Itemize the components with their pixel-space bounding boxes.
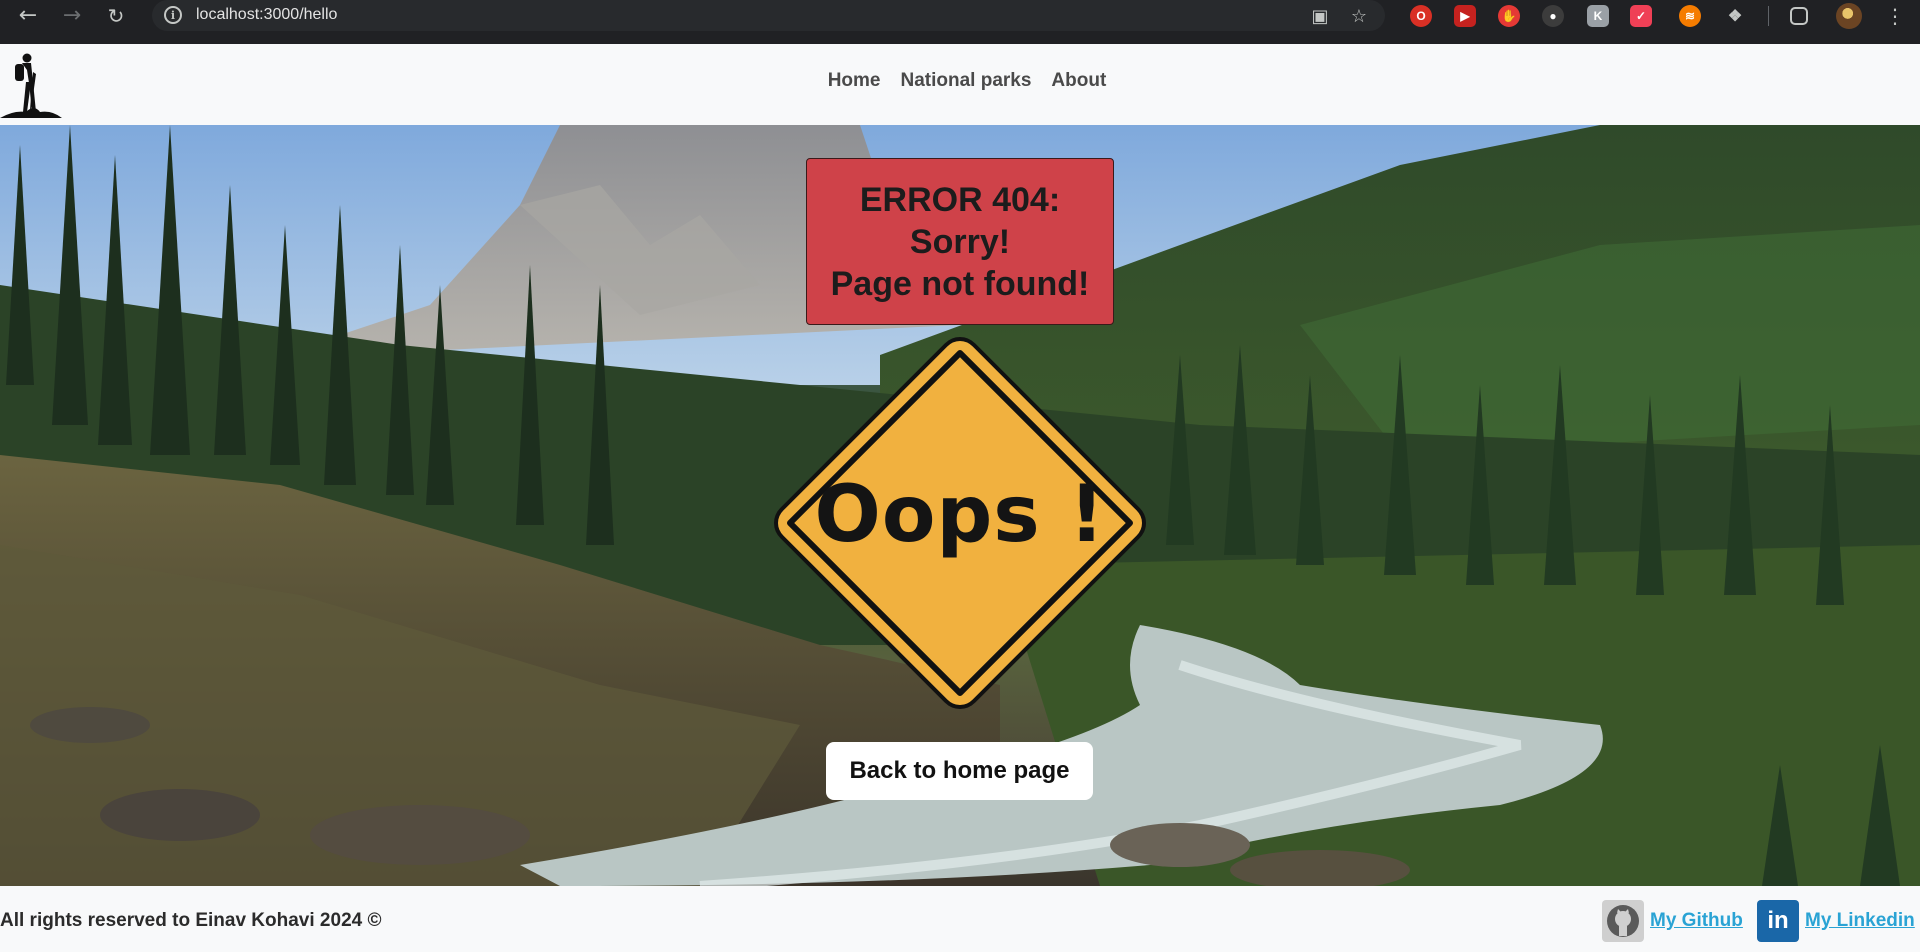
browser-toolbar: ← → ↻ i localhost:3000/hello ▣ ☆ O ▶ ✋ ●… <box>0 0 1920 44</box>
install-app-icon[interactable]: ▣ <box>1308 4 1332 28</box>
kebab-menu-icon[interactable]: ⋮ <box>1880 0 1910 31</box>
github-icon[interactable] <box>1602 900 1644 942</box>
pocket-icon[interactable]: ✓ <box>1630 5 1652 27</box>
opera-icon[interactable]: O <box>1410 5 1432 27</box>
nav-home-link[interactable]: Home <box>814 70 881 92</box>
github-link[interactable]: My Github <box>1650 910 1743 932</box>
linkedin-link[interactable]: My Linkedin <box>1805 910 1915 932</box>
rss-icon[interactable]: ≋ <box>1679 5 1701 27</box>
puzzle-icon[interactable]: ❖ <box>1724 5 1746 27</box>
forward-arrow-icon[interactable]: → <box>52 0 92 31</box>
profile-avatar[interactable] <box>1836 3 1862 29</box>
site-footer: All rights reserved to Einav Kohavi 2024… <box>0 886 1920 952</box>
video-ext-icon[interactable]: ▶ <box>1454 5 1476 27</box>
back-arrow-icon[interactable]: ← <box>8 0 48 31</box>
site-info-icon[interactable]: i <box>164 6 182 24</box>
k-ext-icon[interactable]: K <box>1587 5 1609 27</box>
nav-about-link[interactable]: About <box>1051 70 1106 92</box>
url-text[interactable]: localhost:3000/hello <box>196 6 337 24</box>
linkedin-link-group[interactable]: in My Linkedin <box>1757 900 1915 942</box>
oops-text: Oops ! <box>814 470 1106 560</box>
error-not-found-text: Page not found! <box>830 264 1090 303</box>
reload-icon[interactable]: ↻ <box>96 0 136 31</box>
hero-background: ERROR 404: Sorry! Page not found! Oops !… <box>0 125 1920 886</box>
copyright-text: All rights reserved to Einav Kohavi 2024… <box>0 910 382 931</box>
linkedin-icon[interactable]: in <box>1757 900 1799 942</box>
hand-ext-icon[interactable]: ✋ <box>1498 5 1520 27</box>
bookmark-star-icon[interactable]: ☆ <box>1347 4 1371 28</box>
github-link-group[interactable]: My Github <box>1602 900 1743 942</box>
ball-ext-icon[interactable]: ● <box>1542 5 1564 27</box>
nav-national-parks-link[interactable]: National parks <box>900 70 1031 92</box>
side-panel-icon[interactable] <box>1790 7 1808 25</box>
error-code-text: ERROR 404: <box>859 180 1061 219</box>
toolbar-divider <box>1768 6 1769 26</box>
error-sorry-text: Sorry! <box>909 222 1011 261</box>
address-bar[interactable]: i localhost:3000/hello ▣ ☆ <box>152 0 1385 31</box>
site-navbar: Home National parks About <box>0 44 1920 125</box>
error-message-box: ERROR 404: Sorry! Page not found! <box>806 158 1114 325</box>
back-to-home-button[interactable]: Back to home page <box>826 742 1093 800</box>
